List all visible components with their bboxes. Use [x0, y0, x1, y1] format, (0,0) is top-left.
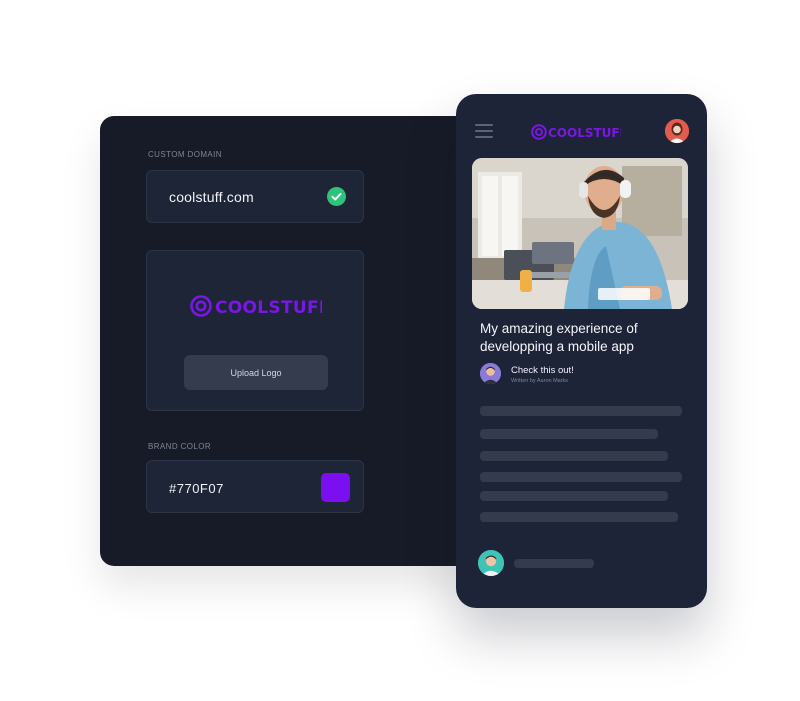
text-placeholder-line	[480, 491, 668, 501]
author-headline: Check this out!	[511, 365, 574, 376]
author-avatar	[480, 363, 501, 384]
person-with-headphones-illustration	[472, 158, 688, 309]
mobile-app-preview: COOLSTUFF My amazing experience of devel…	[456, 94, 707, 608]
upload-logo-button[interactable]: Upload Logo	[184, 355, 328, 390]
logo-upload-area: COOLSTUFF Upload Logo	[146, 250, 364, 411]
custom-domain-field[interactable]: coolstuff.com	[146, 170, 364, 223]
text-placeholder-line	[480, 406, 682, 416]
comment-placeholder-line	[514, 559, 594, 568]
post-title: My amazing experience of developping a m…	[480, 321, 638, 354]
domain-value: coolstuff.com	[169, 189, 254, 205]
author-byline: Written by Aaron Marks	[511, 378, 569, 384]
text-placeholder-line	[480, 451, 668, 461]
check-circle-icon	[327, 187, 346, 206]
commenter-avatar	[478, 550, 504, 576]
brand-logo: COOLSTUFF	[190, 292, 330, 325]
brand-color-value: #770F07	[169, 481, 224, 496]
branding-settings-panel: CUSTOM DOMAIN coolstuff.com COOLSTUFF Up…	[100, 116, 470, 566]
text-placeholder-line	[480, 512, 678, 522]
text-placeholder-line	[480, 472, 682, 482]
coolstuff-logo-icon: COOLSTUFF	[190, 295, 330, 318]
avatar-icon	[665, 119, 689, 143]
app-logo: COOLSTUFF	[531, 122, 628, 147]
avatar-icon	[480, 363, 501, 384]
brand-logo-text: COOLSTUFF	[215, 298, 322, 318]
coolstuff-logo-icon: COOLSTUFF	[531, 124, 628, 140]
app-logo-text: COOLSTUFF	[548, 126, 621, 140]
avatar-icon	[478, 550, 504, 576]
user-avatar[interactable]	[665, 119, 689, 143]
post-hero-image	[472, 158, 688, 309]
brand-color-field[interactable]: #770F07	[146, 460, 364, 513]
hamburger-menu-icon[interactable]	[475, 124, 493, 138]
text-placeholder-line	[480, 429, 658, 439]
brand-color-swatch[interactable]	[321, 473, 350, 502]
custom-domain-label: CUSTOM DOMAIN	[148, 150, 222, 159]
brand-color-label: BRAND COLOR	[148, 442, 212, 451]
